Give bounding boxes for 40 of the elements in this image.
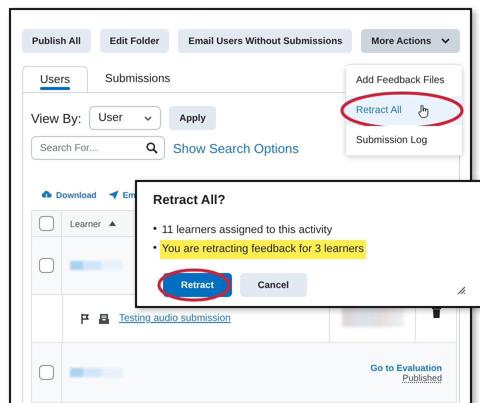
cancel-button[interactable]: Cancel [240,273,307,297]
inbox-icon [99,314,109,324]
apply-button[interactable]: Apply [169,106,216,130]
search-field[interactable]: Search For... [31,136,165,160]
toolbar-button[interactable]: Publish All [22,29,91,53]
row-checkbox[interactable] [39,365,54,380]
dialog-bullet-text: You are retracting feedback for 3 learners [160,240,366,259]
bullet-marker: • [153,222,157,237]
dialog-title: Retract All? [153,192,226,207]
view-by-label: View By: [31,110,82,126]
dialog-bullet-text: 11 learners assigned to this activity [160,223,334,238]
bullet-marker: • [153,241,157,256]
column-header[interactable]: Learner [70,218,102,228]
blurred-name [70,261,122,270]
show-search-options-link[interactable]: Show Search Options [173,140,299,156]
submission-link[interactable]: Testing audio submission [119,313,231,324]
chevron-down-icon [441,38,450,44]
toolbar-button[interactable]: Edit Folder [100,29,170,53]
more-actions-button[interactable]: More Actions [361,29,460,53]
resize-grip-icon [457,286,465,294]
send-icon [108,190,119,200]
flag-icon [81,314,89,324]
toolbar-button[interactable]: Email Users Without Submissions [178,29,352,53]
action-link[interactable]: Download [41,190,97,200]
blurred-name [70,368,122,377]
go-to-evaluation-link[interactable]: Go to Evaluation [370,362,442,372]
cloud-download-icon [41,190,52,200]
sort-up-icon [109,221,116,226]
row-checkbox[interactable] [39,258,54,273]
select-all-checkbox[interactable] [39,216,54,231]
action-link[interactable]: Em [108,190,136,200]
hand-cursor-icon [418,104,429,118]
view-by-select[interactable]: User [89,106,162,130]
search-icon [146,142,158,154]
menu-item[interactable]: Submission Log [346,126,462,154]
menu-item[interactable]: Add Feedback Files [346,66,462,94]
trash-icon[interactable] [432,307,440,318]
tab[interactable]: Users [22,66,88,92]
chevron-down-icon [144,116,152,120]
status-text: Published [402,372,442,382]
